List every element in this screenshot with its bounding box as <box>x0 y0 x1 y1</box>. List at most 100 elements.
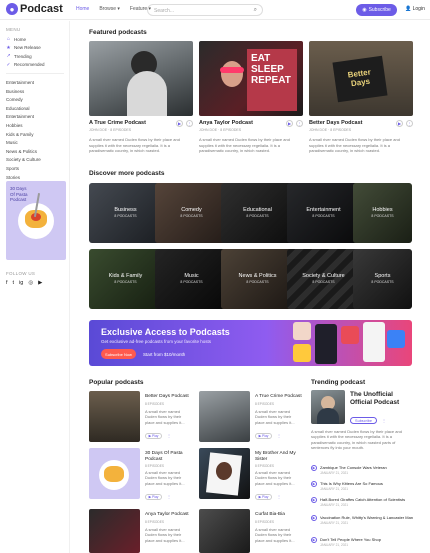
more-options-button[interactable]: ⋮ <box>406 120 413 127</box>
sidebar-item-recommended[interactable]: ✓ Recommended <box>6 61 69 70</box>
subscribe-now-button[interactable]: Subscribe Now <box>101 349 136 359</box>
banner-subtitle: Get exclusive ad-free podcasts from your… <box>101 339 212 344</box>
popular-description: A small river named Duden flows by their… <box>145 470 185 486</box>
featured-title[interactable]: A True Crime Podcast <box>89 120 146 126</box>
youtube-icon[interactable]: ▶ <box>38 280 42 286</box>
play-icon[interactable]: ▶ <box>311 537 317 543</box>
episode-date: JANUARY 21, 2021 <box>320 521 349 525</box>
category-link[interactable]: Entertainment <box>6 113 69 122</box>
category-link[interactable]: Educational <box>6 105 69 114</box>
trending-feature-image[interactable] <box>311 390 345 424</box>
featured-image-true-crime[interactable] <box>89 41 193 116</box>
category-tile-kids-family[interactable]: Kids & Family 8 PODCASTS <box>89 249 162 309</box>
popular-image[interactable] <box>89 391 140 442</box>
play-icon[interactable]: ▶ <box>311 497 317 503</box>
featured-image-anya-taylor[interactable]: EAT SLEEP REPEAT <box>199 41 303 116</box>
subscribe-label: Subscribe <box>368 7 391 13</box>
more-options-button[interactable]: ⋮ <box>276 493 282 499</box>
category-link[interactable]: Business <box>6 88 69 97</box>
dribbble-icon[interactable]: ◎ <box>28 280 33 286</box>
login-link[interactable]: 👤 Login <box>405 6 425 12</box>
popular-image[interactable] <box>89 448 140 499</box>
sidebar-divider <box>6 73 64 74</box>
category-tile-entertainment[interactable]: Entertainment 8 PODCASTS <box>287 183 360 243</box>
more-options-button[interactable]: ⋮ <box>381 417 387 423</box>
episode-date: JANUARY 21, 2021 <box>320 487 349 491</box>
phone-image <box>315 324 337 364</box>
popular-title[interactable]: A True Crime Podcast <box>255 394 302 399</box>
sidebar-item-home[interactable]: ⌂ Home <box>6 35 69 44</box>
popular-image[interactable] <box>199 391 250 442</box>
subscribe-button[interactable]: ◉ Subscribe <box>356 4 397 16</box>
category-tile-society-culture[interactable]: Society & Culture 8 PODCASTS <box>287 249 360 309</box>
category-link[interactable]: Kids & Family <box>6 131 69 140</box>
featured-heading: Featured podcasts <box>89 29 147 36</box>
tile-count: 8 PODCASTS <box>114 280 137 284</box>
more-options-button[interactable]: ⋮ <box>186 120 193 127</box>
play-button[interactable]: ▶ <box>286 120 293 127</box>
play-button[interactable]: ▶ Play <box>145 433 162 439</box>
category-link[interactable]: Entertainment <box>6 79 69 88</box>
category-tile-sports[interactable]: Sports 8 PODCASTS <box>353 249 412 309</box>
play-button[interactable]: ▶ Play <box>255 433 272 439</box>
category-link[interactable]: Sports <box>6 165 69 174</box>
nav-browse[interactable]: Browse ▾ <box>99 6 120 12</box>
play-button[interactable]: ▶ <box>176 120 183 127</box>
twitter-icon[interactable]: t <box>13 280 15 286</box>
popular-image[interactable] <box>199 509 250 553</box>
category-tile-business[interactable]: Business 8 PODCASTS <box>89 183 162 243</box>
category-link[interactable]: Hobbies <box>6 122 69 131</box>
search-input[interactable]: Search... ⌕ <box>147 4 263 16</box>
sidebar-item-new-release[interactable]: ★ New Release <box>6 44 69 53</box>
featured-image-better-days[interactable]: Better Days <box>309 41 413 116</box>
category-link[interactable]: News & Politics <box>6 148 69 157</box>
play-icon[interactable]: ▶ <box>311 481 317 487</box>
episodes: 8 EPISODES <box>220 128 242 132</box>
popular-title[interactable]: Better Days Podcast <box>145 394 189 399</box>
play-button[interactable]: ▶ Play <box>145 494 162 500</box>
popular-description: A small river named Duden flows by their… <box>145 409 185 425</box>
featured-title[interactable]: Anya Taylor Podcast <box>199 120 253 126</box>
popular-title[interactable]: 30 Days Of Pasta Podcast <box>145 451 189 463</box>
category-link[interactable]: Comedy <box>6 96 69 105</box>
more-options-button[interactable]: ⋮ <box>166 432 172 438</box>
category-link[interactable]: Music <box>6 139 69 148</box>
play-icon[interactable]: ▶ <box>311 465 317 471</box>
popular-image[interactable] <box>199 448 250 499</box>
trending-feature-title[interactable]: The Unofficial Official Podcast <box>350 391 412 406</box>
category-tile-comedy[interactable]: Comedy 8 PODCASTS <box>155 183 228 243</box>
category-tile-educational[interactable]: Educational 8 PODCASTS <box>221 183 294 243</box>
tile-name: Kids & Family <box>108 273 143 279</box>
sidebar-item-trending[interactable]: ↗ Trending <box>6 52 69 61</box>
recommended-icon: ✓ <box>6 61 11 68</box>
more-options-button[interactable]: ⋮ <box>296 120 303 127</box>
popular-image[interactable] <box>89 509 140 553</box>
tile-name: News & Politics <box>238 273 277 279</box>
category-tile-hobbies[interactable]: Hobbies 8 PODCASTS <box>353 183 412 243</box>
category-tile-music[interactable]: Music 8 PODCASTS <box>155 249 228 309</box>
facebook-icon[interactable]: f <box>6 280 8 286</box>
sidebar-promo-card[interactable]: 30 Days Of Pasta Podcast <box>6 181 66 260</box>
trending-subscribe-button[interactable]: Subscribe <box>350 417 377 424</box>
tile-name: Sports <box>374 273 391 279</box>
popular-title[interactable]: Anya Taylor Podcast <box>145 512 189 517</box>
popular-title[interactable]: Curfat Bia-Bia <box>255 512 285 517</box>
tile-name: Educational <box>243 207 272 213</box>
more-options-button[interactable]: ⋮ <box>276 432 282 438</box>
tile-count: 8 PODCASTS <box>312 280 335 284</box>
play-button[interactable]: ▶ Play <box>255 494 272 500</box>
instagram-icon[interactable]: ig <box>19 280 23 286</box>
sidebar-item-label: Recommended <box>14 62 45 68</box>
popular-title[interactable]: My Brother And My Sister <box>255 451 299 463</box>
nav-home[interactable]: Home <box>76 6 89 12</box>
more-options-button[interactable]: ⋮ <box>166 493 172 499</box>
search-icon[interactable]: ⌕ <box>254 7 257 14</box>
category-tile-news-politics[interactable]: News & Politics 8 PODCASTS <box>221 249 294 309</box>
featured-title[interactable]: Better Days Podcast <box>309 120 363 126</box>
play-button[interactable]: ▶ <box>396 120 403 127</box>
logo[interactable]: ● Podcast <box>6 3 63 15</box>
play-icon[interactable]: ▶ <box>311 515 317 521</box>
popular-episodes: 8 EPISODES <box>255 520 274 524</box>
author: JOHN DOE <box>309 128 328 132</box>
category-link[interactable]: Society & Culture <box>6 156 69 165</box>
